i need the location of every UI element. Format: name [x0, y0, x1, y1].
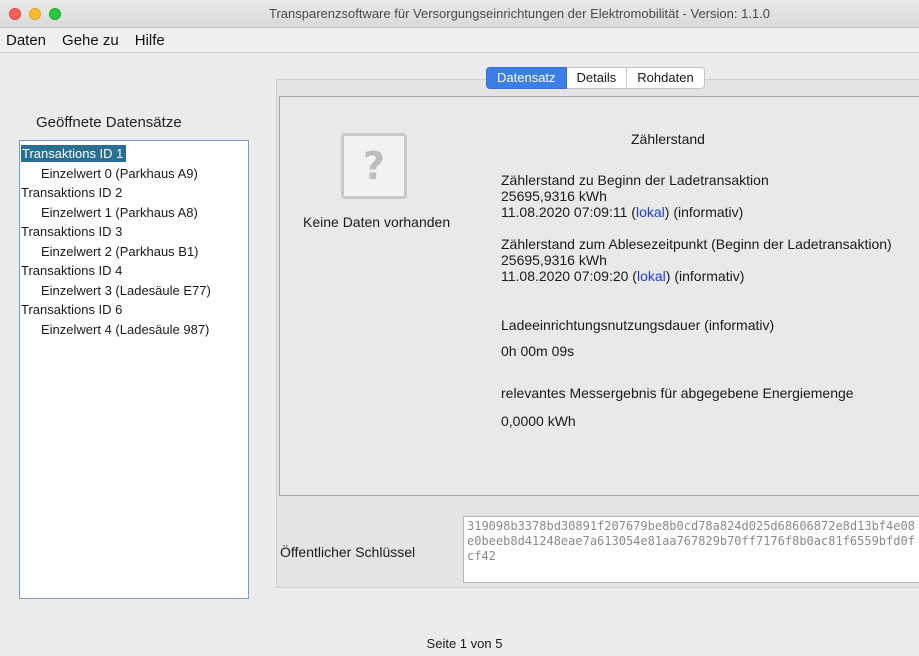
no-data-label: Keine Daten vorhanden — [303, 214, 451, 230]
tree-item-transaction-2[interactable]: Transaktions ID 2 — [20, 183, 248, 203]
current-lokal-link[interactable]: lokal — [637, 268, 666, 284]
question-mark-glyph: ? — [362, 144, 386, 188]
menu-gehe-zu[interactable]: Gehe zu — [62, 32, 119, 49]
tree-item-transaction-4[interactable]: Transaktions ID 4 — [20, 261, 248, 281]
start-lokal-link[interactable]: lokal — [636, 204, 665, 220]
menu-bar: Daten Gehe zu Hilfe — [0, 29, 919, 53]
tree-item-transaction-6[interactable]: Transaktions ID 6 — [20, 300, 248, 320]
meter-title: Zählerstand — [631, 131, 705, 147]
title-bar: Transparenzsoftware für Versorgungseinri… — [0, 0, 919, 28]
start-reading-block: Zählerstand zu Beginn der Ladetransaktio… — [501, 172, 769, 220]
tree-item-transaction-1[interactable]: Transaktions ID 1 — [20, 144, 248, 164]
duration-label: Ladeeinrichtungsnutzungsdauer (informati… — [501, 317, 775, 333]
tree-item-value-2[interactable]: Einzelwert 2 (Parkhaus B1) — [20, 242, 248, 262]
tab-datensatz[interactable]: Datensatz — [486, 67, 567, 89]
current-reading-value: 25695,9316 kWh — [501, 252, 607, 268]
current-reading-timestamp: 11.08.2020 07:09:20 — [501, 268, 629, 284]
question-mark-icon: ? — [341, 133, 407, 199]
public-key-field[interactable]: 319098b3378bd30891f207679be8b0cd78a824d0… — [463, 516, 919, 583]
menu-daten[interactable]: Daten — [6, 32, 46, 49]
tree-item-value-3[interactable]: Einzelwert 3 (Ladesäule E77) — [20, 281, 248, 301]
current-reading-block: Zählerstand zum Ablesezeitpunkt (Beginn … — [501, 236, 892, 284]
start-reading-timestamp: 11.08.2020 07:09:11 — [501, 204, 628, 220]
start-reading-value: 25695,9316 kWh — [501, 188, 607, 204]
window-title: Transparenzsoftware für Versorgungseinri… — [268, 6, 770, 21]
menu-hilfe[interactable]: Hilfe — [135, 32, 165, 49]
dataset-tree[interactable]: Transaktions ID 1 Einzelwert 0 (Parkhaus… — [19, 140, 249, 599]
sidebar-heading: Geöffnete Datensätze — [36, 114, 182, 131]
start-reading-label: Zählerstand zu Beginn der Ladetransaktio… — [501, 172, 769, 188]
energy-value: 0,0000 kWh — [501, 413, 576, 429]
current-reading-info: (informativ) — [674, 268, 745, 284]
public-key-label: Öffentlicher Schlüssel — [280, 544, 416, 560]
tab-details[interactable]: Details — [566, 67, 628, 89]
energy-label: relevantes Messergebnis für abgegebene E… — [501, 385, 854, 401]
start-reading-info: (informativ) — [673, 204, 744, 220]
current-reading-label: Zählerstand zum Ablesezeitpunkt (Beginn … — [501, 236, 892, 252]
duration-value: 0h 00m 09s — [501, 343, 575, 359]
tree-item-transaction-3[interactable]: Transaktions ID 3 — [20, 222, 248, 242]
tree-item-value-4[interactable]: Einzelwert 4 (Ladesäule 987) — [20, 320, 248, 340]
page-indicator: Seite 1 von 5 — [426, 636, 503, 651]
tree-item-value-0[interactable]: Einzelwert 0 (Parkhaus A9) — [20, 164, 248, 184]
tab-rohdaten[interactable]: Rohdaten — [627, 67, 705, 89]
tab-bar: Datensatz Details Rohdaten — [486, 67, 705, 89]
tree-item-label: Transaktions ID 1 — [21, 145, 127, 162]
tree-item-value-1[interactable]: Einzelwert 1 (Parkhaus A8) — [20, 203, 248, 223]
